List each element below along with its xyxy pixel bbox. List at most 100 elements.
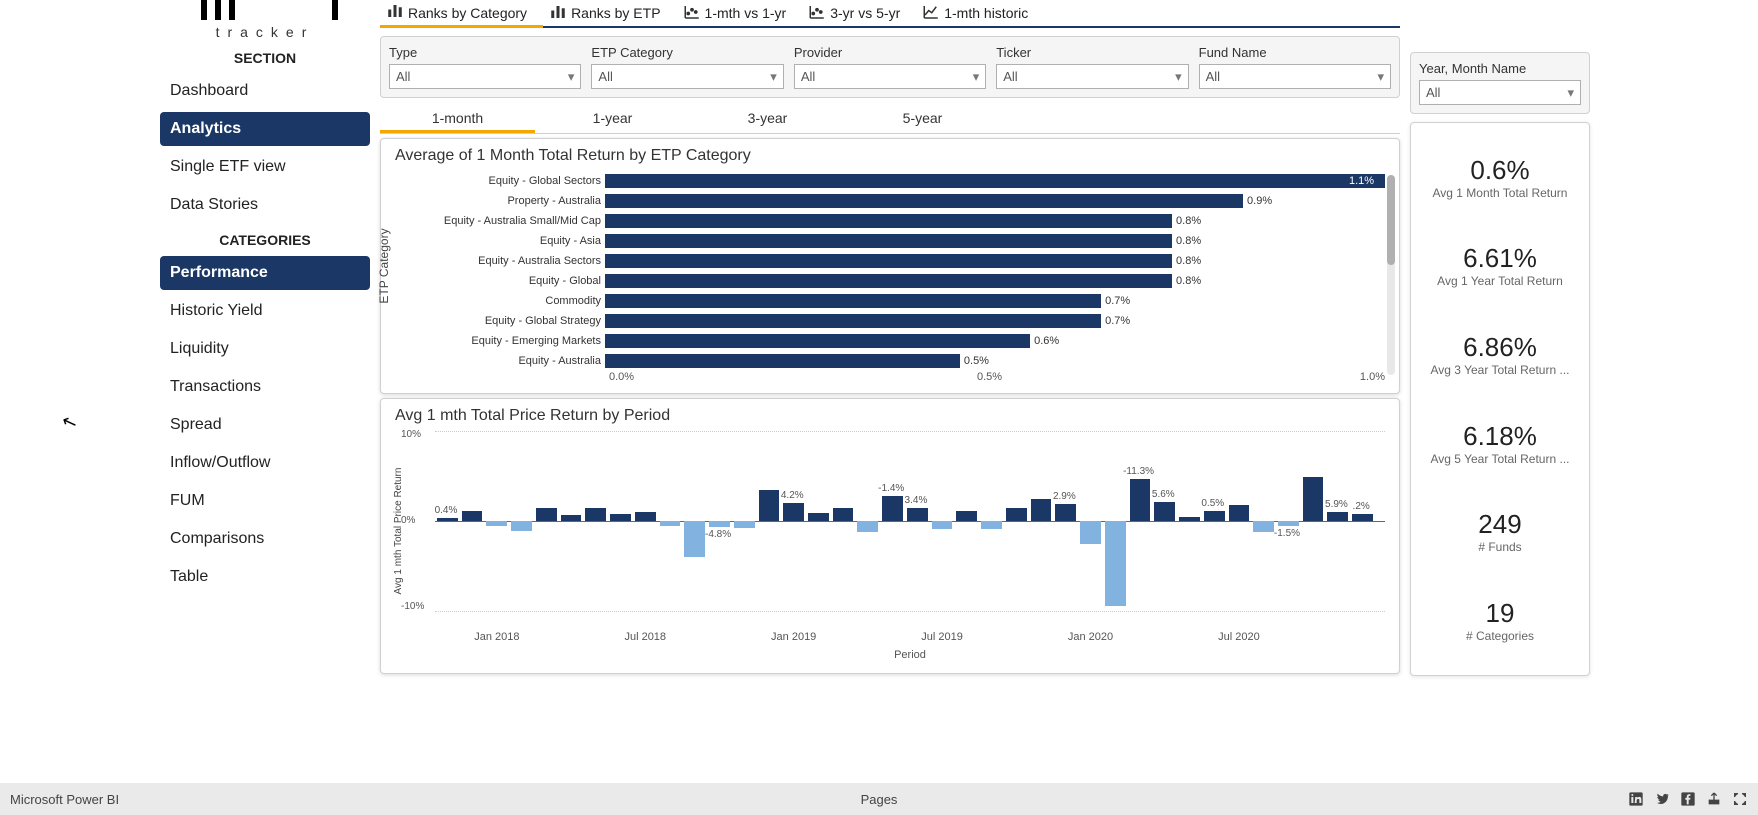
nav-category-liquidity[interactable]: Liquidity [160, 332, 370, 366]
nav-category-fum[interactable]: FUM [160, 484, 370, 518]
hbar-value: 0.5% [964, 355, 989, 367]
filter-dropdown[interactable]: All [1419, 80, 1581, 105]
nav-category-comparisons[interactable]: Comparisons [160, 522, 370, 556]
x-tick: Jan 2020 [1068, 631, 1113, 643]
filter-dropdown[interactable]: All [591, 64, 783, 89]
column[interactable] [1078, 431, 1103, 611]
column[interactable] [979, 431, 1004, 611]
column[interactable] [1177, 431, 1202, 611]
hbar-bar[interactable] [605, 354, 960, 368]
hbar-bar[interactable] [605, 314, 1101, 328]
column[interactable]: -4.8% [707, 431, 732, 611]
nav-section-single-etf-view[interactable]: Single ETF view [160, 150, 370, 184]
hbar-bar[interactable] [605, 274, 1172, 288]
nav-section-dashboard[interactable]: Dashboard [160, 74, 370, 108]
column[interactable] [1301, 431, 1326, 611]
hbar-bar[interactable] [605, 294, 1101, 308]
logo-icon [193, 0, 338, 20]
column[interactable] [460, 431, 485, 611]
columns: 0.4% -4.8% 4.2% -1.4%3.4% 2.9% -11.3%5.6% 0.5%… [435, 431, 1381, 611]
tab-3-yr-vs-5-yr[interactable]: 3-yr vs 5-yr [802, 0, 916, 26]
fullscreen-icon[interactable] [1732, 791, 1748, 807]
column[interactable]: .2% [1350, 431, 1375, 611]
period-tab-1-month[interactable]: 1-month [380, 106, 535, 133]
linkedin-icon[interactable] [1628, 791, 1644, 807]
column[interactable]: 0.4% [435, 431, 460, 611]
share-icon[interactable] [1706, 791, 1722, 807]
hbar-row: Commodity0.7% [395, 291, 1385, 311]
column[interactable] [1103, 431, 1128, 611]
vertical-scrollbar[interactable] [1387, 175, 1395, 375]
tab-ranks-by-category[interactable]: Ranks by Category [380, 0, 543, 28]
column[interactable] [559, 431, 584, 611]
column[interactable]: 3.4% [905, 431, 930, 611]
filter-type: TypeAll [389, 45, 581, 89]
nav-category-historic-yield[interactable]: Historic Yield [160, 294, 370, 328]
period-tab-1-year[interactable]: 1-year [535, 106, 690, 133]
twitter-icon[interactable] [1654, 791, 1670, 807]
column[interactable] [954, 431, 979, 611]
column[interactable] [509, 431, 534, 611]
column[interactable] [608, 431, 633, 611]
kpi-label: Avg 1 Month Total Return [1415, 186, 1585, 200]
nav-category-spread[interactable]: Spread [160, 408, 370, 442]
hbar-bar[interactable] [605, 174, 1385, 188]
column[interactable] [930, 431, 955, 611]
column[interactable] [534, 431, 559, 611]
column[interactable] [633, 431, 658, 611]
column[interactable] [855, 431, 880, 611]
x-tick: Jul 2020 [1218, 631, 1260, 643]
column[interactable]: 4.2% [781, 431, 806, 611]
column[interactable]: 5.9% [1325, 431, 1350, 611]
column[interactable] [806, 431, 831, 611]
tab-1-mth-vs-1-yr[interactable]: 1-mth vs 1-yr [677, 0, 803, 26]
column[interactable] [1004, 431, 1029, 611]
facebook-icon[interactable] [1680, 791, 1696, 807]
nav-section-data-stories[interactable]: Data Stories [160, 188, 370, 222]
hbar-bar[interactable] [605, 334, 1030, 348]
column[interactable] [682, 431, 707, 611]
hbar-bar[interactable] [605, 194, 1243, 208]
footer-pages[interactable]: Pages [861, 792, 898, 807]
hbar-bar[interactable] [605, 234, 1172, 248]
tab-1-mth-historic[interactable]: 1-mth historic [916, 0, 1044, 26]
period-tab-5-year[interactable]: 5-year [845, 106, 1000, 133]
nav-category-inflow-outflow[interactable]: Inflow/Outflow [160, 446, 370, 480]
column[interactable] [732, 431, 757, 611]
column[interactable] [1227, 431, 1252, 611]
column[interactable]: -1.5% [1276, 431, 1301, 611]
footer: Microsoft Power BI Pages [0, 783, 1758, 815]
column[interactable] [658, 431, 683, 611]
nav-category-transactions[interactable]: Transactions [160, 370, 370, 404]
x-tick: Jul 2019 [921, 631, 963, 643]
period-tab-3-year[interactable]: 3-year [690, 106, 845, 133]
hbar-bar[interactable] [605, 214, 1172, 228]
hbar-row: Equity - Global Sectors1.1% [395, 171, 1385, 191]
column[interactable] [583, 431, 608, 611]
column[interactable] [484, 431, 509, 611]
nav-section-analytics[interactable]: Analytics [160, 112, 370, 146]
column[interactable]: -11.3% [1128, 431, 1153, 611]
column[interactable]: 5.6% [1152, 431, 1177, 611]
filter-dropdown[interactable]: All [794, 64, 986, 89]
filter-dropdown[interactable]: All [1199, 64, 1391, 89]
column[interactable] [1251, 431, 1276, 611]
column[interactable] [1029, 431, 1054, 611]
kpi-label: # Categories [1415, 629, 1585, 643]
logo: tracker [185, 0, 345, 40]
y-tick: 0% [401, 515, 415, 526]
hbar-value: 1.1% [1349, 175, 1374, 187]
column[interactable]: -1.4% [880, 431, 905, 611]
column[interactable] [831, 431, 856, 611]
hbar-category: Equity - Australia Sectors [395, 255, 605, 267]
filter-dropdown[interactable]: All [996, 64, 1188, 89]
column[interactable] [757, 431, 782, 611]
hbar-bar[interactable] [605, 254, 1172, 268]
nav-category-performance[interactable]: Performance [160, 256, 370, 290]
column[interactable]: 0.5% [1202, 431, 1227, 611]
tab-ranks-by-etp[interactable]: Ranks by ETP [543, 0, 676, 26]
filter-dropdown[interactable]: All [389, 64, 581, 89]
chart-card-columns: Avg 1 mth Total Price Return by Period A… [380, 398, 1400, 674]
column[interactable]: 2.9% [1053, 431, 1078, 611]
nav-category-table[interactable]: Table [160, 560, 370, 594]
